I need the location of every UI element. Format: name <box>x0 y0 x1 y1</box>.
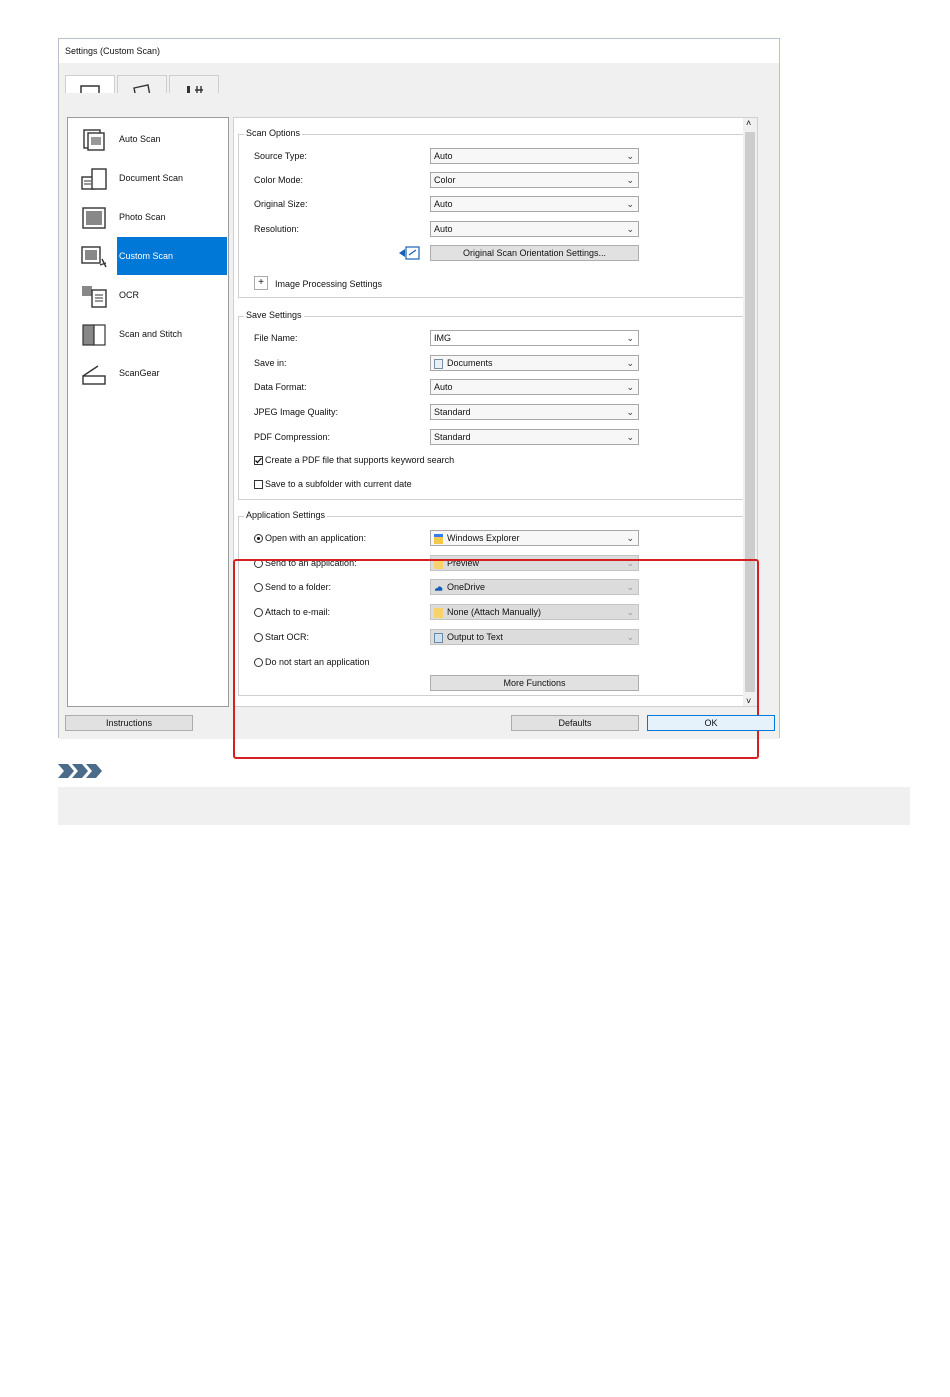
ok-button[interactable]: OK <box>647 715 775 731</box>
photo-scan-icon <box>82 207 106 229</box>
data-format-label: Data Format: <box>254 382 307 392</box>
selected-value: Windows Explorer <box>447 533 520 543</box>
subfolder-label: Save to a subfolder with current date <box>265 479 412 489</box>
pdf-compression-select[interactable]: Standard ⌄ <box>430 429 639 445</box>
scan-options-group: Scan Options Source Type: Auto ⌄ Color M… <box>238 128 754 298</box>
chevron-down-icon: ⌄ <box>626 382 634 392</box>
chevron-down-icon: ⌄ <box>626 533 634 543</box>
scan-type-list: Auto Scan Document Scan Photo Scan Custo… <box>67 117 229 707</box>
open-app-select[interactable]: Windows Explorer ⌄ <box>430 530 639 546</box>
pdf-compression-label: PDF Compression: <box>254 432 331 442</box>
selected-value: Auto <box>434 382 453 392</box>
jpeg-quality-label: JPEG Image Quality: <box>254 407 339 417</box>
sidebar-item-label: Photo Scan <box>119 212 166 222</box>
original-size-label: Original Size: <box>254 199 308 209</box>
chevron-down-icon: ⌄ <box>626 333 634 343</box>
keyword-search-label: Create a PDF file that supports keyword … <box>265 455 455 465</box>
selected-value: Auto <box>434 151 453 161</box>
group-title: Application Settings <box>244 510 328 520</box>
sidebar-item-custom-scan[interactable]: Custom Scan <box>68 237 228 275</box>
resolution-select[interactable]: Auto ⌄ <box>430 221 639 237</box>
sidebar-item-scangear[interactable]: ScanGear <box>68 354 228 392</box>
chevron-down-icon: ⌄ <box>626 407 634 417</box>
original-size-select[interactable]: Auto ⌄ <box>430 196 639 212</box>
file-name-combo[interactable]: IMG ⌄ <box>430 330 639 346</box>
ocr-icon <box>82 286 107 308</box>
sidebar-item-label: Custom Scan <box>117 237 227 275</box>
source-type-label: Source Type: <box>254 151 307 161</box>
open-app-option[interactable]: Open with an application: <box>254 533 367 544</box>
defaults-button[interactable]: Defaults <box>511 715 639 731</box>
selected-value: Color <box>434 175 456 185</box>
instructions-button[interactable]: Instructions <box>65 715 193 731</box>
selected-value: Standard <box>434 432 471 442</box>
image-processing-expand-button[interactable]: + <box>254 276 268 290</box>
sidebar-item-photo-scan[interactable]: Photo Scan <box>68 198 228 236</box>
sidebar-item-label: ScanGear <box>119 368 160 378</box>
sidebar-item-label: OCR <box>119 290 139 300</box>
save-in-select[interactable]: Documents ⌄ <box>430 355 639 371</box>
windows-explorer-icon <box>434 533 443 544</box>
resolution-label: Resolution: <box>254 224 300 234</box>
group-title: Scan Options <box>244 128 303 138</box>
keyword-search-checkbox[interactable] <box>254 456 263 466</box>
sidebar-item-label: Document Scan <box>119 173 184 183</box>
sidebar-item-document-scan[interactable]: Document Scan <box>68 159 228 197</box>
selected-value: Auto <box>434 199 453 209</box>
chevron-down-icon: ⌄ <box>626 151 634 161</box>
subfolder-checkbox[interactable] <box>254 480 263 490</box>
sidebar-item-scan-and-stitch[interactable]: Scan and Stitch <box>68 315 228 353</box>
scan-and-stitch-icon <box>82 324 106 346</box>
scroll-up-icon[interactable]: ˄ <box>746 118 751 128</box>
selected-value: Auto <box>434 224 453 234</box>
open-app-radio[interactable] <box>254 534 263 544</box>
jpeg-quality-select[interactable]: Standard ⌄ <box>430 404 639 420</box>
sidebar-item-label: Auto Scan <box>119 134 161 144</box>
sidebar-item-label: Scan and Stitch <box>119 329 183 339</box>
orientation-settings-button[interactable]: Original Scan Orientation Settings... <box>430 245 639 261</box>
subfolder-option[interactable]: Save to a subfolder with current date <box>254 479 412 490</box>
orientation-preview-icon <box>399 246 420 260</box>
save-settings-group: Save Settings File Name: IMG ⌄ Save in: … <box>238 310 754 500</box>
image-processing-label: Image Processing Settings <box>275 279 383 289</box>
auto-scan-icon <box>83 129 105 151</box>
chevron-down-icon: ⌄ <box>626 224 634 234</box>
note-icon <box>58 764 102 778</box>
chevron-down-icon: ⌄ <box>626 175 634 185</box>
custom-scan-icon <box>81 246 107 268</box>
data-format-select[interactable]: Auto ⌄ <box>430 379 639 395</box>
chevron-down-icon: ⌄ <box>626 358 634 368</box>
document-scan-icon <box>81 168 107 190</box>
selected-value: Documents <box>447 358 493 368</box>
scangear-icon <box>82 365 106 385</box>
color-mode-label: Color Mode: <box>254 175 304 185</box>
title-bar: Settings (Custom Scan) <box>59 39 779 63</box>
selected-value: IMG <box>434 333 451 343</box>
save-in-label: Save in: <box>254 358 287 368</box>
group-title: Save Settings <box>244 310 304 320</box>
documents-folder-icon <box>434 358 443 369</box>
sidebar-item-ocr[interactable]: OCR <box>68 276 228 314</box>
window-body: Auto Scan Document Scan Photo Scan Custo… <box>59 93 779 759</box>
note-box <box>58 787 910 825</box>
selected-value: Standard <box>434 407 471 417</box>
chevron-down-icon: ⌄ <box>626 199 634 209</box>
settings-window: Settings (Custom Scan) Auto Scan Documen… <box>58 38 780 759</box>
chevron-down-icon: ⌄ <box>626 432 634 442</box>
keyword-search-option[interactable]: Create a PDF file that supports keyword … <box>254 455 455 466</box>
window-title: Settings (Custom Scan) <box>65 46 161 56</box>
file-name-label: File Name: <box>254 333 298 343</box>
source-type-select[interactable]: Auto ⌄ <box>430 148 639 164</box>
sidebar-item-auto-scan[interactable]: Auto Scan <box>68 120 228 158</box>
color-mode-select[interactable]: Color ⌄ <box>430 172 639 188</box>
open-app-label: Open with an application: <box>265 533 367 543</box>
check-icon <box>255 457 262 464</box>
